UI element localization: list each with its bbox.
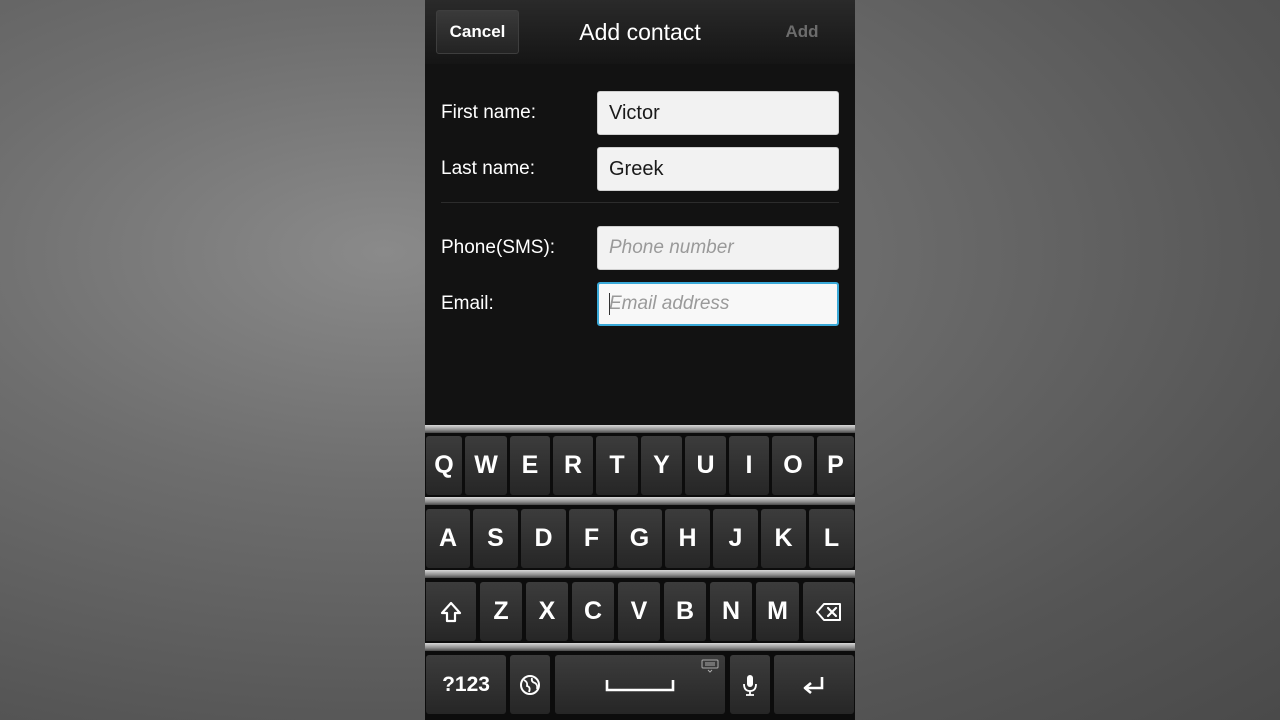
last-name-label: Last name: bbox=[441, 158, 535, 179]
symbols-key[interactable]: ?123 bbox=[426, 655, 506, 714]
shift-key[interactable] bbox=[426, 582, 476, 641]
enter-key[interactable] bbox=[774, 655, 854, 714]
phone-field[interactable]: Phone number bbox=[597, 226, 839, 270]
key-y[interactable]: Y bbox=[641, 436, 682, 495]
space-icon bbox=[605, 679, 675, 691]
cancel-button[interactable]: Cancel bbox=[436, 10, 519, 54]
space-bar[interactable] bbox=[555, 655, 725, 714]
key-p[interactable]: P bbox=[817, 436, 854, 495]
last-name-field[interactable]: Greek bbox=[597, 147, 839, 191]
email-label: Email: bbox=[441, 293, 494, 314]
page-title: Add contact bbox=[579, 19, 701, 45]
mic-icon bbox=[743, 674, 757, 696]
keyboard-rail bbox=[425, 643, 855, 651]
backspace-key[interactable] bbox=[803, 582, 854, 641]
title-bar: Cancel Add contact Add bbox=[425, 0, 855, 64]
key-v[interactable]: V bbox=[618, 582, 660, 641]
key-n[interactable]: N bbox=[710, 582, 752, 641]
key-e[interactable]: E bbox=[510, 436, 550, 495]
shift-icon bbox=[440, 601, 462, 622]
key-o[interactable]: O bbox=[772, 436, 814, 495]
key-f[interactable]: F bbox=[569, 509, 614, 568]
mic-key[interactable] bbox=[730, 655, 770, 714]
keyboard-rail bbox=[425, 497, 855, 505]
keyboard-icon bbox=[701, 659, 719, 673]
key-j[interactable]: J bbox=[713, 509, 758, 568]
key-g[interactable]: G bbox=[617, 509, 662, 568]
key-r[interactable]: R bbox=[553, 436, 593, 495]
key-m[interactable]: M bbox=[756, 582, 799, 641]
virtual-keyboard: Q W E R T Y U I O P A S D F G H J K L Z … bbox=[425, 425, 855, 720]
key-u[interactable]: U bbox=[685, 436, 726, 495]
language-key[interactable] bbox=[510, 655, 550, 714]
key-l[interactable]: L bbox=[809, 509, 854, 568]
email-field[interactable]: Email address bbox=[597, 282, 839, 326]
email-placeholder: Email address bbox=[609, 293, 730, 314]
first-name-label: First name: bbox=[441, 102, 537, 123]
phone-screen: Cancel Add contact Add First name: Victo… bbox=[425, 0, 855, 720]
key-x[interactable]: X bbox=[526, 582, 568, 641]
first-name-field[interactable]: Victor bbox=[597, 91, 839, 135]
add-button[interactable]: Add bbox=[763, 10, 841, 54]
key-q[interactable]: Q bbox=[426, 436, 462, 495]
key-s[interactable]: S bbox=[473, 509, 518, 568]
key-t[interactable]: T bbox=[596, 436, 638, 495]
key-b[interactable]: B bbox=[664, 582, 706, 641]
key-z[interactable]: Z bbox=[480, 582, 522, 641]
key-a[interactable]: A bbox=[426, 509, 470, 568]
backspace-icon bbox=[815, 602, 841, 621]
key-i[interactable]: I bbox=[729, 436, 769, 495]
form-divider bbox=[441, 202, 839, 203]
key-h[interactable]: H bbox=[665, 509, 710, 568]
globe-icon bbox=[520, 674, 540, 695]
enter-icon bbox=[803, 676, 824, 694]
key-w[interactable]: W bbox=[465, 436, 507, 495]
key-k[interactable]: K bbox=[761, 509, 806, 568]
key-c[interactable]: C bbox=[572, 582, 614, 641]
text-cursor bbox=[609, 293, 610, 315]
phone-label: Phone(SMS): bbox=[441, 237, 556, 258]
keyboard-rail bbox=[425, 570, 855, 578]
key-d[interactable]: D bbox=[521, 509, 566, 568]
keyboard-rail bbox=[425, 425, 855, 433]
